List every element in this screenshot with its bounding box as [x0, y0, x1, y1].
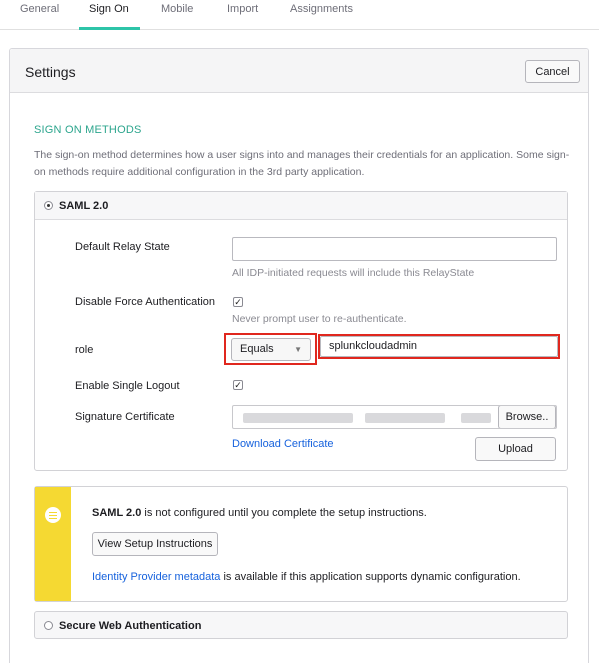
redacted-filename	[461, 413, 491, 423]
identity-provider-metadata-link[interactable]: Identity Provider metadata	[92, 571, 220, 583]
panel-title: Settings	[25, 64, 76, 80]
upload-button[interactable]: Upload	[475, 437, 556, 461]
tab-sign-on[interactable]: Sign On	[89, 3, 129, 15]
certificate-file-field[interactable]: Browse..	[232, 405, 557, 429]
role-value-input[interactable]: splunkcloudadmin	[320, 336, 558, 357]
dropdown-arrow-icon: ▼	[294, 345, 302, 354]
list-icon	[45, 507, 61, 523]
notice-bar	[35, 487, 71, 601]
tab-bar: General Sign On Mobile Import Assignment…	[0, 0, 599, 30]
role-operator-select[interactable]: Equals ▼	[231, 338, 311, 361]
notice-bold: SAML 2.0	[92, 507, 142, 519]
checkbox-checked-icon[interactable]: ✓	[233, 297, 243, 307]
notice-text: is not configured until you complete the…	[141, 507, 427, 519]
section-title: SIGN ON METHODS	[34, 124, 142, 136]
setup-notice: SAML 2.0 is not configured until you com…	[34, 486, 568, 602]
single-logout-label: Enable Single Logout	[75, 380, 180, 392]
role-operator-value: Equals	[240, 343, 274, 355]
signature-certificate-label: Signature Certificate	[75, 411, 175, 423]
cancel-button[interactable]: Cancel	[525, 60, 580, 83]
saml-method-box: SAML 2.0 Default Relay State All IDP-ini…	[34, 191, 568, 471]
redacted-filename	[365, 413, 445, 423]
section-description: The sign-on method determines how a user…	[34, 149, 570, 178]
tab-mobile[interactable]: Mobile	[161, 3, 193, 15]
redacted-filename	[243, 413, 353, 423]
settings-panel: Settings Cancel SIGN ON METHODS The sign…	[9, 48, 589, 663]
relay-state-label: Default Relay State	[75, 241, 170, 253]
tab-import[interactable]: Import	[227, 3, 258, 15]
force-auth-label: Disable Force Authentication	[75, 296, 216, 308]
radio-selected-icon[interactable]	[44, 201, 53, 210]
swa-method-box[interactable]: Secure Web Authentication	[34, 611, 568, 639]
view-setup-instructions-button[interactable]: View Setup Instructions	[92, 532, 218, 556]
relay-state-hint: All IDP-initiated requests will include …	[232, 267, 475, 279]
tab-assignments[interactable]: Assignments	[290, 3, 353, 15]
active-tab-indicator	[79, 27, 140, 30]
radio-unselected-icon[interactable]	[44, 621, 53, 630]
saml-label: SAML 2.0	[59, 200, 109, 212]
swa-label: Secure Web Authentication	[59, 620, 202, 632]
force-auth-hint: Never prompt user to re-authenticate.	[232, 313, 407, 325]
checkbox-checked-icon[interactable]: ✓	[233, 380, 243, 390]
tab-general[interactable]: General	[20, 3, 59, 15]
browse-button[interactable]: Browse..	[498, 406, 556, 428]
role-label: role	[75, 344, 94, 356]
metadata-text: is available if this application support…	[220, 571, 521, 583]
relay-state-input[interactable]	[232, 237, 557, 261]
download-certificate-link[interactable]: Download Certificate	[232, 438, 334, 450]
panel-header: Settings Cancel	[10, 49, 588, 93]
metadata-message: Identity Provider metadata is available …	[92, 571, 521, 583]
notice-message: SAML 2.0 is not configured until you com…	[92, 507, 427, 519]
saml-header[interactable]: SAML 2.0	[35, 192, 567, 220]
